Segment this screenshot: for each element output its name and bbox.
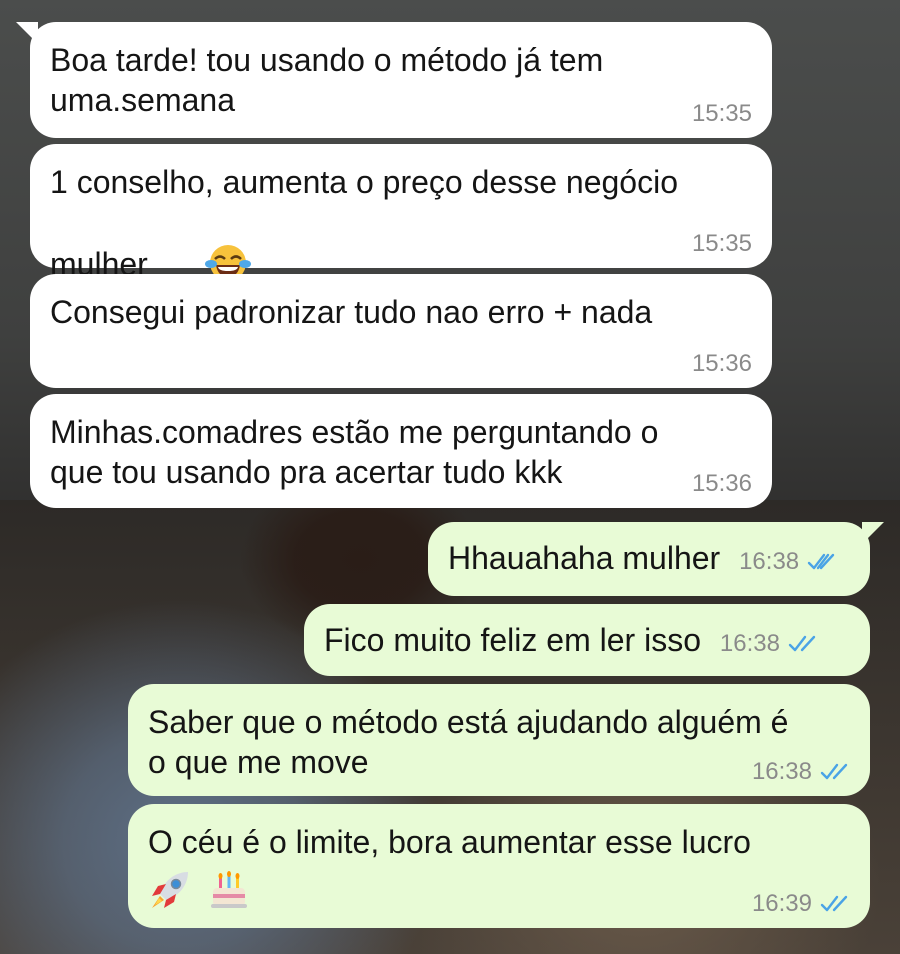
message-time: 15:36 [691, 470, 752, 497]
double-check-read-icon [820, 763, 848, 780]
message-text: Saber que o método está ajudando alguém … [148, 704, 789, 780]
message-text: 1 conselho, aumenta o preço desse negóci… [50, 164, 678, 282]
double-check-read-icon [807, 553, 835, 570]
message-bubble-outgoing[interactable]: O céu é o limite, bora aumentar esse luc… [128, 804, 870, 928]
message-meta: 16:38 [720, 630, 818, 658]
message-time: 15:35 [691, 230, 752, 257]
message-bubble-outgoing[interactable]: Hhauahaha mulher 16:38 [428, 522, 884, 596]
message-text: Minhas.comadres estão me perguntando o q… [50, 414, 659, 490]
message-bubble-outgoing[interactable]: Fico muito feliz em ler isso 16:38 [304, 604, 870, 676]
message-time: 15:36 [691, 350, 752, 377]
message-time: 16:38 [751, 758, 812, 785]
message-text: Hhauahaha mulher [448, 540, 721, 576]
message-bubble-incoming[interactable]: 1 conselho, aumenta o preço desse negóci… [30, 144, 772, 282]
message-meta: 15:35 [692, 230, 752, 258]
message-time: 16:38 [739, 548, 800, 575]
message-bubble-incoming[interactable]: Consegui padronizar tudo nao erro + nada… [30, 274, 772, 388]
birthday-cake-icon [207, 868, 251, 921]
message-text: Boa tarde! tou usando o método já tem um… [50, 42, 604, 118]
message-meta: 15:36 [692, 350, 752, 378]
message-meta: 16:39 [752, 890, 850, 918]
message-time: 16:39 [751, 890, 812, 917]
message-bubble-outgoing[interactable]: Saber que o método está ajudando alguém … [128, 684, 870, 796]
message-time: 16:38 [719, 630, 780, 657]
message-meta: 16:38 [739, 548, 837, 576]
double-check-read-icon [788, 635, 816, 652]
message-time: 15:35 [691, 100, 752, 127]
message-text: Fico muito feliz em ler isso [324, 622, 701, 658]
message-text: O céu é o limite, bora aumentar esse luc… [148, 824, 751, 860]
rocket-icon [148, 868, 192, 921]
message-meta: 16:38 [752, 758, 850, 786]
message-text: Consegui padronizar tudo nao erro + nada [50, 294, 653, 330]
message-bubble-incoming[interactable]: Minhas.comadres estão me perguntando o q… [30, 394, 772, 508]
message-bubble-incoming[interactable]: Boa tarde! tou usando o método já tem um… [16, 22, 772, 138]
double-check-read-icon [820, 895, 848, 912]
message-meta: 15:35 [692, 100, 752, 128]
message-meta: 15:36 [692, 470, 752, 498]
